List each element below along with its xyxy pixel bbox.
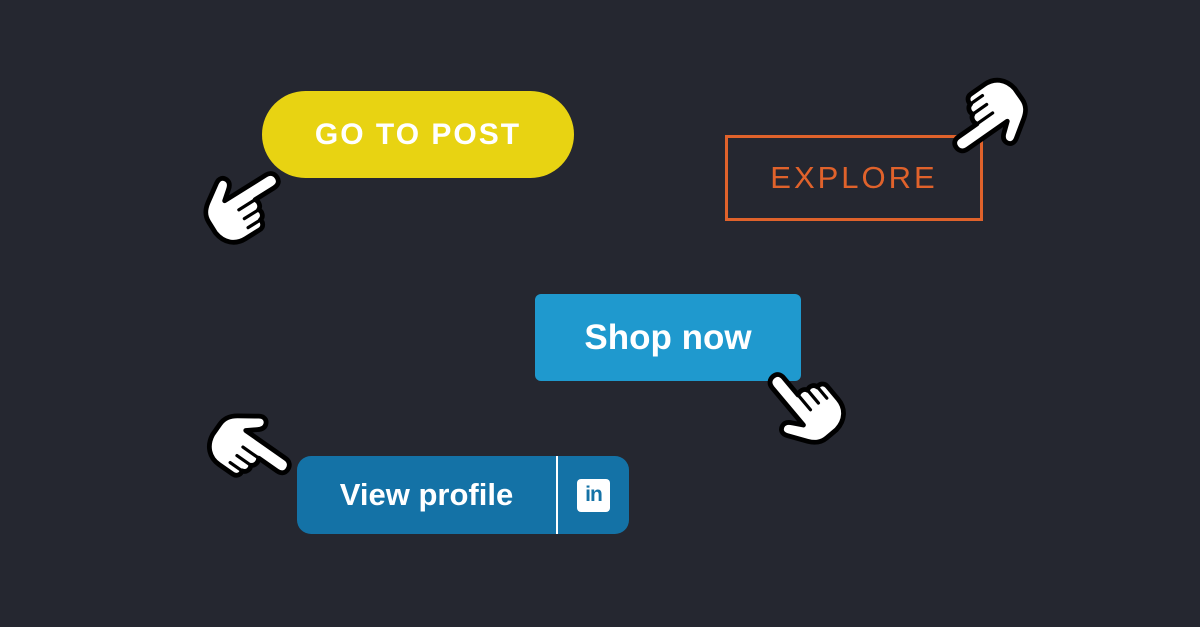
go-to-post-button[interactable]: GO TO POST	[262, 91, 574, 178]
view-profile-label: View profile	[339, 477, 514, 512]
hand-pointer-icon	[206, 400, 302, 496]
hand-pointer-icon	[196, 152, 292, 248]
linkedin-icon-wrap: in	[558, 456, 629, 534]
banner-canvas: GO TO POST EXPLORE Shop now View profile…	[0, 0, 1200, 627]
hand-pointer-icon	[752, 358, 848, 454]
view-profile-button[interactable]: View profile in	[297, 456, 629, 534]
linkedin-icon: in	[577, 478, 610, 512]
hand-pointer-icon	[940, 75, 1036, 171]
